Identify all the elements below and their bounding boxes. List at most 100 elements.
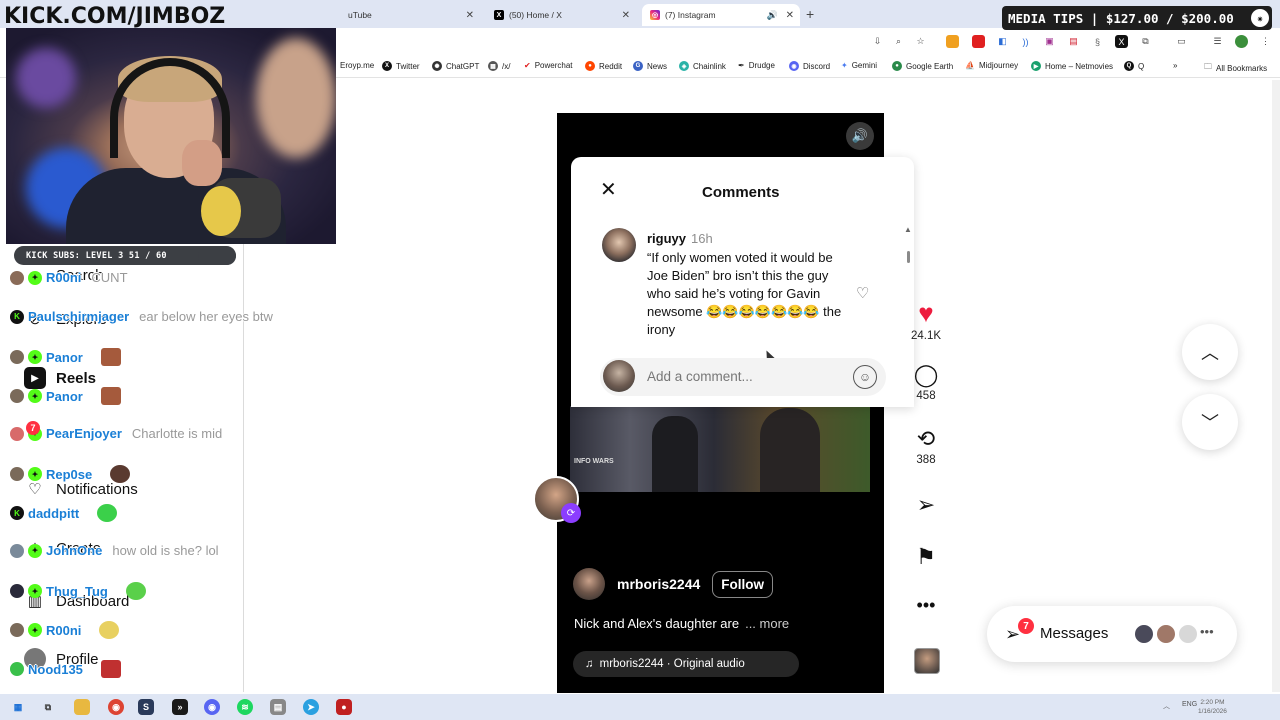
share-action[interactable]: ➢ — [906, 494, 946, 516]
author-avatar[interactable] — [573, 568, 605, 600]
close-tab-icon[interactable]: ✕ — [466, 10, 474, 21]
close-icon[interactable]: ✕ — [600, 180, 617, 200]
kick-sub-badge-icon: ✦ — [28, 389, 42, 403]
bookmark-item[interactable]: ✦ Gemini — [841, 61, 877, 70]
bookmark-item[interactable]: ✒ Drudge — [738, 61, 775, 70]
comment-username[interactable]: riguyy — [647, 231, 686, 246]
start-icon[interactable]: ▦ — [10, 699, 26, 715]
more-dots-icon[interactable]: ••• — [917, 596, 936, 614]
repost-icon[interactable]: ⟲ — [917, 428, 935, 450]
next-reel-button[interactable]: ﹀ — [1182, 394, 1238, 450]
profile-avatar[interactable] — [1235, 35, 1248, 48]
kebab-menu-icon[interactable]: ⋮ — [1259, 35, 1272, 48]
bookmark-item[interactable]: ✔ Powerchat — [524, 61, 573, 70]
nav-reels[interactable]: ▶ Reels — [24, 367, 96, 389]
app-icon[interactable]: ▤ — [270, 699, 286, 715]
send-plane-icon[interactable]: ➢ — [917, 494, 935, 516]
puzzle-icon[interactable]: ⧉ — [1139, 35, 1152, 48]
user-badge-icon — [10, 270, 24, 285]
emoji-icon[interactable]: ☺ — [853, 365, 877, 389]
close-tab-icon[interactable]: ✕ — [622, 10, 630, 21]
user-badge-icon — [10, 350, 24, 364]
heart-filled-icon[interactable]: ♥ — [918, 300, 933, 326]
file-explorer-icon[interactable] — [74, 699, 90, 715]
bookmark-item[interactable]: ◈ Chainlink — [679, 61, 726, 71]
chat-message: ✦ Rep0se — [10, 465, 131, 483]
split-view-icon[interactable]: ▭ — [1175, 35, 1188, 48]
tab-x[interactable]: X (50) Home / X ✕ — [486, 4, 636, 26]
extension-metamask-icon[interactable] — [946, 35, 959, 48]
volume-icon[interactable]: 🔊 — [846, 122, 874, 150]
follow-button[interactable]: Follow — [712, 570, 774, 598]
caption-more-link[interactable]: ... more — [745, 616, 789, 631]
chat-message: K Paulschirmjager ear below her eyes btw — [10, 309, 273, 324]
extension-icon[interactable]: )) — [1019, 35, 1032, 48]
author-username[interactable]: mrboris2244 — [617, 576, 700, 592]
language-indicator[interactable]: ENG — [1182, 701, 1197, 708]
scroll-up-icon[interactable]: ▲ — [904, 225, 912, 234]
add-comment-input[interactable] — [647, 369, 837, 384]
bookmark-item[interactable]: X Twitter — [382, 61, 420, 71]
clock[interactable]: 2:20 PM 1/16/2026 — [1198, 698, 1227, 716]
steam-icon[interactable]: S — [138, 699, 154, 715]
repost-action[interactable]: ⟲ 388 — [906, 428, 946, 467]
save-action[interactable]: ⚑ — [906, 546, 946, 568]
bookmark-item[interactable]: ▦/x/ — [488, 61, 510, 71]
bookmark-item[interactable]: ▶ Home – Netmovies — [1031, 61, 1113, 71]
chat-message: ✦ PearEnjoyerCharlotte is mid — [10, 426, 222, 441]
extension-icon[interactable]: § — [1091, 35, 1104, 48]
obs-icon[interactable]: ● — [336, 699, 352, 715]
bookmark-item[interactable]: ✺ ChatGPT — [432, 61, 479, 71]
emote-icon — [110, 465, 131, 483]
tray-chevron-icon[interactable]: ︿ — [1163, 701, 1170, 711]
video-person — [760, 408, 820, 492]
extension-icon[interactable]: ▣ — [1043, 35, 1056, 48]
zoom-icon[interactable]: ⌕ — [892, 35, 905, 48]
extension-icon[interactable]: ◧ — [996, 35, 1009, 48]
more-action[interactable]: ••• — [906, 596, 946, 614]
extension-x-icon[interactable]: X — [1115, 35, 1128, 48]
tab-youtube[interactable]: uTube ✕ — [340, 4, 480, 26]
bookmark-item[interactable]: QQ — [1124, 61, 1144, 71]
page-scrollbar[interactable] — [1272, 80, 1280, 692]
bookmark-item[interactable]: ● Reddit — [585, 61, 622, 71]
kick-logo-icon: ✷ — [1251, 9, 1269, 27]
audio-pill[interactable]: ♫ mrboris2244 · Original audio — [573, 651, 799, 677]
previous-reel-button[interactable]: ︿ — [1182, 324, 1238, 380]
spotify-icon[interactable]: ≋ — [237, 699, 253, 715]
bookmark-icon[interactable]: ⚑ — [916, 546, 936, 568]
audio-thumbnail[interactable] — [914, 648, 940, 674]
like-comment-heart-icon[interactable]: ♡ — [856, 284, 869, 302]
new-tab-button[interactable]: + — [806, 6, 814, 22]
install-icon[interactable]: ⇩ — [871, 35, 884, 48]
bookmark-item[interactable]: Eroyp.me — [340, 61, 374, 70]
bookmark-item[interactable]: ● Google Earth — [892, 61, 953, 71]
bookmark-star-icon[interactable]: ☆ — [914, 35, 927, 48]
bookmark-item[interactable]: ⛵ Midjourney — [965, 61, 1018, 70]
tab-instagram[interactable]: ◎ (7) Instagram 🔊 ✕ — [642, 4, 800, 26]
terminal-icon[interactable]: » — [172, 699, 188, 715]
more-dots-icon[interactable]: ••• — [1200, 624, 1214, 639]
my-avatar — [603, 360, 635, 392]
comments-scrollbar[interactable] — [907, 251, 910, 263]
bookmark-item[interactable]: 🗀 All Bookmarks — [1204, 61, 1267, 75]
discord-icon[interactable]: ◉ — [204, 699, 220, 715]
comment-action[interactable]: ◯ 458 — [906, 364, 946, 403]
extension-icon[interactable] — [972, 35, 985, 48]
bookmark-item[interactable]: G News — [633, 61, 667, 71]
menu-icon[interactable]: ☰ — [1211, 35, 1224, 48]
extension-icon[interactable]: ▤ — [1067, 35, 1080, 48]
speaker-icon[interactable]: 🔊 — [767, 10, 778, 21]
comment-bubble-icon[interactable]: ◯ — [914, 364, 939, 386]
decoration — [201, 186, 241, 236]
telegram-icon[interactable]: ➤ — [303, 699, 319, 715]
bookmark-item[interactable]: ◉ Discord — [789, 61, 830, 71]
user-badge-icon — [10, 467, 24, 481]
messages-button[interactable]: ➢ 7 Messages ••• — [987, 606, 1237, 662]
like-action[interactable]: ♥ 24.1K — [906, 300, 946, 342]
close-tab-icon[interactable]: ✕ — [786, 10, 794, 21]
task-view-icon[interactable]: ⧉ — [40, 699, 56, 715]
bookmarks-overflow-icon[interactable]: » — [1173, 61, 1177, 70]
comment-avatar[interactable] — [602, 228, 636, 262]
chrome-icon[interactable]: ◉ — [108, 699, 124, 715]
